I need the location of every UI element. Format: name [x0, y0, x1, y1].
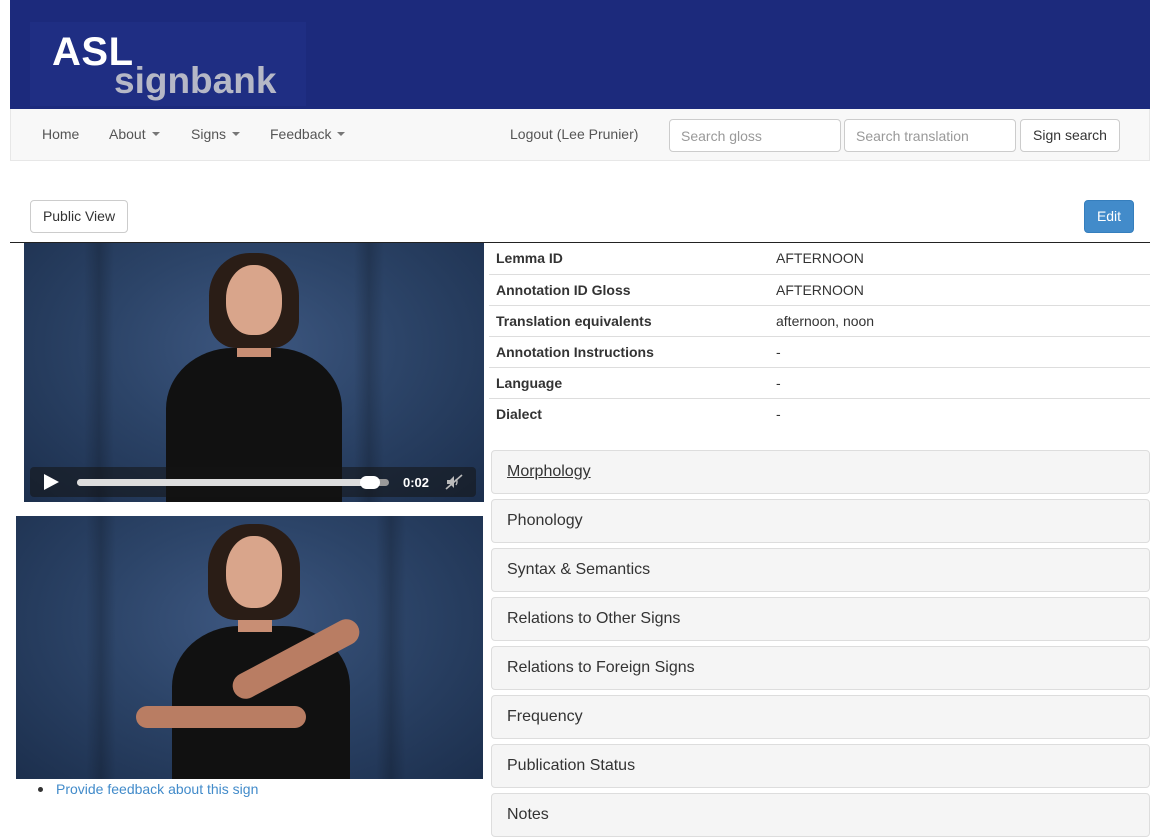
panel-title: Relations to Other Signs: [507, 610, 681, 627]
search-translation-input[interactable]: [844, 119, 1016, 152]
details-row: Annotation ID Gloss AFTERNOON: [489, 273, 1150, 305]
seek-bar-knob[interactable]: [360, 476, 381, 489]
details-row: Annotation Instructions -: [489, 335, 1150, 367]
video-seek-bar[interactable]: [77, 476, 389, 489]
nav-about[interactable]: About: [109, 126, 160, 142]
details-value: afternoon, noon: [769, 304, 1150, 336]
details-row: Translation equivalents afternoon, noon: [489, 304, 1150, 336]
navbar: Home About Signs Feedback Logout (Lee Pr…: [10, 109, 1150, 161]
details-label: Lemma ID: [496, 250, 563, 267]
logo-signbank-text: signbank: [114, 60, 277, 101]
sign-still-image: [16, 516, 483, 779]
caret-down-icon: [151, 132, 160, 137]
panel-title: Phonology: [507, 512, 583, 529]
edit-button[interactable]: Edit: [1084, 200, 1134, 233]
panel-publication-status[interactable]: Publication Status: [491, 744, 1150, 788]
details-value: AFTERNOON: [776, 250, 864, 267]
public-view-button[interactable]: Public View: [30, 200, 128, 233]
details-row: Lemma ID AFTERNOON: [489, 243, 1150, 274]
details-value: -: [769, 397, 1150, 429]
details-value: -: [769, 366, 1150, 398]
nav-about-label: About: [109, 126, 146, 142]
panel-relations-to-other-signs[interactable]: Relations to Other Signs: [491, 597, 1150, 641]
search-gloss-input[interactable]: [669, 119, 841, 152]
sign-video-player[interactable]: 0:02: [24, 243, 484, 502]
nav-home[interactable]: Home: [42, 126, 79, 142]
logout-link[interactable]: Logout (Lee Prunier): [510, 126, 638, 142]
details-label: Translation equivalents: [489, 304, 769, 336]
details-value: -: [769, 335, 1150, 367]
backdrop-fold: [86, 516, 116, 779]
panel-frequency[interactable]: Frequency: [491, 695, 1150, 739]
details-row: Language -: [489, 366, 1150, 398]
provide-feedback-link[interactable]: Provide feedback about this sign: [56, 781, 258, 797]
nav-feedback-label: Feedback: [270, 126, 332, 142]
panel-phonology[interactable]: Phonology: [491, 499, 1150, 543]
play-icon[interactable]: [44, 474, 59, 490]
panel-title: Publication Status: [507, 757, 636, 774]
seek-bar-fill: [77, 479, 371, 486]
backdrop-fold: [84, 243, 114, 502]
nav-signs-label: Signs: [191, 126, 227, 142]
panel-title: Morphology: [507, 463, 591, 480]
details-row: Dialect -: [489, 397, 1150, 429]
site-logo[interactable]: ASL signbank: [30, 22, 306, 106]
backdrop-fold: [376, 516, 406, 779]
caret-down-icon: [337, 132, 346, 137]
backdrop-fold: [354, 243, 384, 502]
mute-icon[interactable]: [444, 474, 464, 490]
gloss-toolbar: Public View Edit: [10, 189, 1150, 243]
caret-down-icon: [232, 132, 241, 137]
details-value: AFTERNOON: [769, 273, 1150, 305]
video-controls: 0:02: [30, 467, 476, 497]
panel-morphology[interactable]: Morphology: [491, 450, 1150, 494]
panel-relations-to-foreign-signs[interactable]: Relations to Foreign Signs: [491, 646, 1150, 690]
bullet-icon: [38, 787, 43, 792]
details-label: Dialect: [489, 397, 769, 429]
panel-title: Syntax & Semantics: [507, 561, 651, 578]
details-label: Annotation ID Gloss: [489, 273, 769, 305]
details-label: Language: [489, 366, 769, 398]
nav-signs[interactable]: Signs: [191, 126, 241, 142]
signer-lower-arm: [136, 706, 306, 728]
panel-title: Relations to Foreign Signs: [507, 659, 695, 676]
video-time: 0:02: [403, 475, 430, 490]
site-banner: ASL signbank: [10, 0, 1150, 109]
panel-title: Notes: [507, 806, 549, 823]
panel-syntax-semantics[interactable]: Syntax & Semantics: [491, 548, 1150, 592]
signer-figure: [164, 243, 344, 502]
sign-search-button[interactable]: Sign search: [1020, 119, 1120, 152]
signer-face: [226, 536, 282, 608]
signer-face: [226, 265, 282, 335]
panel-notes[interactable]: Notes: [491, 793, 1150, 837]
nav-feedback[interactable]: Feedback: [270, 126, 346, 142]
signer-figure: [136, 516, 364, 779]
gloss-details-table: Lemma ID AFTERNOON Annotation ID Gloss AFTE…: [489, 243, 1150, 429]
details-label: Annotation Instructions: [489, 335, 769, 367]
panel-title: Frequency: [507, 708, 583, 725]
